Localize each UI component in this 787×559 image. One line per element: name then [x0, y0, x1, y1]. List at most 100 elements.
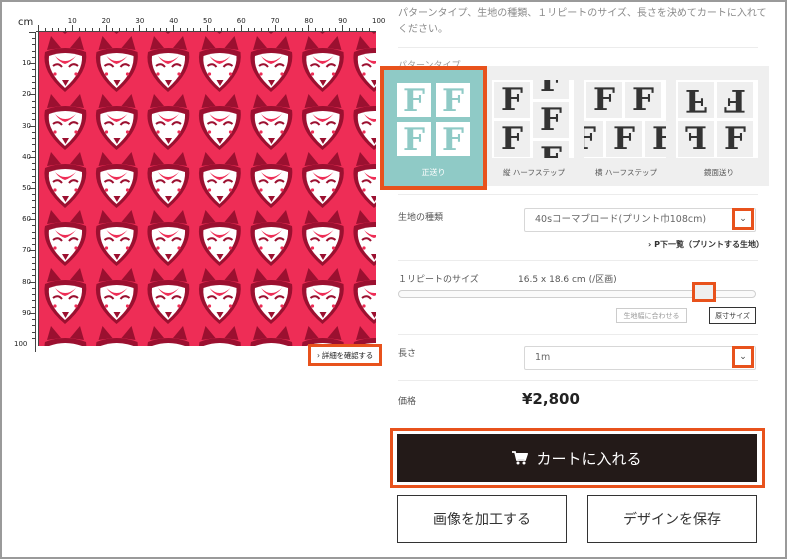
ruler-tick [29, 219, 35, 221]
instructions-text: パターンタイプ、生地の種類、１リピートのサイズ、長さを決めてカートに入れてくださ… [398, 8, 767, 35]
ruler-tick [119, 28, 121, 31]
ruler-tick [98, 28, 100, 31]
ruler-tick [152, 28, 154, 31]
ruler-tick [355, 28, 357, 31]
ruler-tick [32, 144, 35, 146]
letter-tile: F [584, 121, 603, 157]
letter-tile: F [435, 121, 471, 158]
ruler-x-label: 90 [338, 17, 348, 25]
ruler-tick [186, 28, 188, 31]
save-design-button[interactable]: デザインを保存 [587, 495, 757, 543]
length-select[interactable]: 1m [524, 346, 756, 370]
ruler-tick [58, 28, 60, 31]
fit-fabric-width-button[interactable]: 生地幅に合わせる [616, 308, 687, 323]
letter-tile: F [494, 82, 530, 118]
letter-tile: F [678, 82, 714, 118]
repeat-size-label: １リピートのサイズ [398, 275, 479, 285]
ruler-tick [32, 300, 35, 302]
ruler-tick [32, 150, 35, 152]
pattern-option-vertical-half-step[interactable]: F F F F F 縦 ハーフステップ [488, 78, 580, 180]
divider [398, 380, 758, 381]
ruler-tick [92, 28, 94, 31]
ruler-tick [29, 32, 35, 33]
cart-icon [512, 451, 529, 465]
ruler-tick [348, 28, 350, 31]
ruler-tick [32, 88, 35, 90]
ruler-tick [139, 25, 141, 31]
ruler-tick [234, 28, 236, 31]
ruler-x-label: 30 [135, 17, 145, 25]
ruler-tick [71, 25, 73, 31]
ruler-tick [227, 28, 229, 31]
ruler-tick [32, 325, 35, 327]
ruler-tick [32, 81, 35, 83]
ruler-tick [32, 44, 35, 46]
ruler-tick [321, 28, 323, 31]
ruler-tick [281, 28, 283, 31]
ruler-tick [29, 250, 35, 252]
ruler-tick [29, 125, 35, 127]
ruler-tick [32, 131, 35, 133]
slider-handle[interactable] [692, 282, 716, 302]
ruler-tick [125, 28, 127, 31]
ruler-tick [240, 25, 242, 31]
ruler-tick [328, 28, 330, 31]
ruler-tick [207, 25, 208, 31]
length-dropdown-button[interactable]: ⌄ [732, 346, 754, 368]
ruler-tick [315, 28, 317, 31]
ruler-x-label: 10 [67, 17, 77, 25]
ruler-tick [32, 306, 35, 308]
ruler-tick [32, 206, 35, 208]
letter-tile: F [396, 121, 432, 158]
add-to-cart-button[interactable]: カートに入れる [397, 434, 757, 482]
letter-tile: F [717, 121, 753, 157]
ruler-tick [32, 225, 35, 227]
letter-tile: F [533, 141, 569, 158]
ruler-tick [32, 319, 35, 321]
ruler-tick [193, 28, 195, 31]
pattern-preview[interactable] [38, 32, 376, 346]
ruler-tick [32, 175, 35, 177]
ruler-tick [220, 28, 222, 31]
divider [398, 47, 758, 48]
fabric-select[interactable]: 40sコーマブロード(プリント巾108cm) [524, 208, 756, 232]
pattern-thumbnail: F F F F F [492, 80, 574, 158]
ruler-tick [29, 63, 35, 65]
pattern-option-label: 鏡面送り [704, 168, 734, 177]
pattern-option-mirror[interactable]: F F F F 鏡面送り [672, 78, 766, 180]
ruler-x-label: 80 [304, 17, 314, 25]
fabric-dropdown-button[interactable]: ⌄ [732, 208, 754, 230]
ruler-x-label: 40 [169, 17, 179, 25]
edit-image-button[interactable]: 画像を加工する [397, 495, 567, 543]
ruler-top: 10 20 30 40 50 60 70 80 90 100 [36, 16, 385, 32]
letter-tile: F [533, 80, 569, 99]
letter-tile: F [396, 82, 432, 119]
actual-size-button[interactable]: 原寸サイズ [709, 307, 756, 324]
fabric-list-link[interactable]: › P下一覧（プリントする生地） [648, 239, 764, 250]
ruler-tick [301, 28, 303, 31]
view-details-button[interactable]: › 詳細を確認する [308, 344, 382, 366]
ruler-tick [32, 244, 35, 246]
ruler-tick [29, 188, 35, 189]
ruler-x-label: 60 [236, 17, 246, 25]
ruler-unit: cm [18, 17, 34, 28]
ruler-tick [32, 113, 35, 115]
ruler-tick [200, 28, 202, 31]
ruler-left: 10 20 30 40 50 60 70 80 90 100 [14, 32, 36, 352]
ruler-tick [294, 28, 296, 31]
ruler-tick [335, 28, 337, 31]
ruler-tick [32, 256, 35, 258]
ruler-tick [179, 28, 181, 31]
ruler-tick [32, 269, 35, 271]
pattern-option-horizontal-half-step[interactable]: F F F F F 横 ハーフステップ [580, 78, 672, 180]
divider [398, 260, 758, 261]
ruler-tick [32, 119, 35, 121]
ruler-tick [132, 28, 134, 31]
pattern-option-straight[interactable]: F F F F 正送り [380, 66, 487, 190]
ruler-x-label: 20 [101, 17, 111, 25]
letter-tile: F [435, 82, 471, 119]
ruler-tick [261, 28, 263, 31]
letter-tile: F [494, 121, 530, 157]
ruler-tick [32, 163, 35, 165]
ruler-tick [166, 28, 168, 31]
